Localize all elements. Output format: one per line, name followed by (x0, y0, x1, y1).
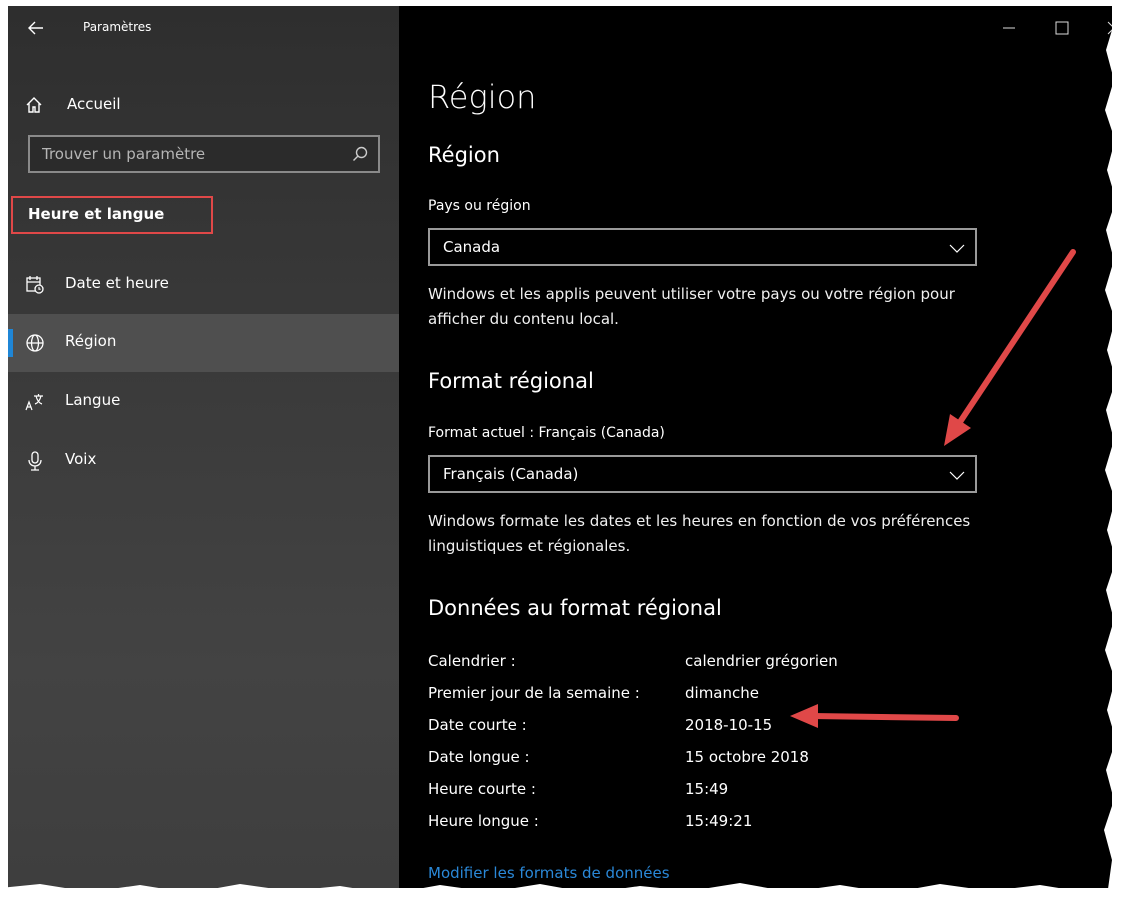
home-icon (26, 97, 42, 113)
format-dropdown[interactable]: Français (Canada) (428, 455, 977, 493)
minimize-icon[interactable] (999, 18, 1019, 38)
active-indicator (8, 329, 13, 357)
country-dropdown[interactable]: Canada (428, 228, 977, 266)
sidebar-item-voice[interactable]: Voix (8, 432, 399, 490)
sidebar: Paramètres Accueil Heure et langue Date … (8, 6, 399, 888)
regional-data-list: Calendrier : calendrier grégorien Premie… (428, 646, 948, 838)
list-item: Heure longue : 15:49:21 (428, 806, 948, 838)
data-key: Heure courte : (428, 780, 536, 798)
calendar-clock-icon (26, 276, 44, 294)
back-button[interactable] (20, 14, 52, 42)
sidebar-item-label: Date et heure (65, 274, 169, 292)
regional-data-heading: Données au format régional (428, 596, 722, 620)
data-value: dimanche (685, 684, 759, 702)
home-nav-item[interactable]: Accueil (8, 82, 399, 128)
chevron-down-icon (949, 471, 965, 480)
data-key: Heure longue : (428, 812, 539, 830)
sidebar-item-label: Langue (65, 391, 121, 409)
data-value: 15:49:21 (685, 812, 753, 830)
globe-icon (26, 334, 44, 352)
sidebar-item-region[interactable]: Région (8, 314, 399, 372)
format-description: Windows formate les dates et les heures … (428, 512, 971, 555)
list-item: Premier jour de la semaine : dimanche (428, 678, 948, 710)
sidebar-item-label: Voix (65, 450, 97, 468)
country-value: Canada (443, 238, 501, 256)
data-value: calendrier grégorien (685, 652, 838, 670)
data-key: Calendrier : (428, 652, 516, 670)
data-key: Date longue : (428, 748, 530, 766)
page-title: Région (428, 78, 537, 116)
search-icon[interactable] (352, 146, 368, 162)
list-item: Calendrier : calendrier grégorien (428, 646, 948, 678)
language-icon (25, 394, 43, 411)
format-label: Format actuel : Français (Canada) (428, 425, 665, 441)
region-heading: Région (428, 143, 500, 167)
section-title: Heure et langue (11, 196, 213, 234)
country-label: Pays ou région (428, 198, 531, 214)
home-label: Accueil (67, 95, 121, 113)
back-arrow-icon (28, 21, 43, 35)
close-icon[interactable] (1104, 18, 1112, 38)
region-description: Windows et les applis peuvent utiliser v… (428, 285, 955, 328)
search-input[interactable] (30, 137, 330, 171)
list-item: Heure courte : 15:49 (428, 774, 948, 806)
data-value: 15:49 (685, 780, 729, 798)
main-content: Région Région Pays ou région Canada Wind… (399, 6, 1112, 888)
sidebar-item-label: Région (65, 332, 117, 350)
settings-window: Paramètres Accueil Heure et langue Date … (8, 6, 1112, 888)
list-item: Date longue : 15 octobre 2018 (428, 742, 948, 774)
modify-formats-link[interactable]: Modifier les formats de données (428, 864, 670, 882)
maximize-icon[interactable] (1052, 18, 1072, 38)
microphone-icon (28, 451, 42, 471)
data-value: 15 octobre 2018 (685, 748, 809, 766)
sidebar-item-language[interactable]: Langue (8, 373, 399, 431)
format-value: Français (Canada) (443, 465, 579, 483)
search-box[interactable] (28, 135, 380, 173)
app-title: Paramètres (83, 20, 152, 34)
list-item: Date courte : 2018-10-15 (428, 710, 948, 742)
format-heading: Format régional (428, 369, 594, 393)
data-key: Premier jour de la semaine : (428, 684, 640, 702)
data-key: Date courte : (428, 716, 527, 734)
data-value: 2018-10-15 (685, 716, 773, 734)
chevron-down-icon (949, 244, 965, 253)
sidebar-item-date-time[interactable]: Date et heure (8, 256, 399, 314)
